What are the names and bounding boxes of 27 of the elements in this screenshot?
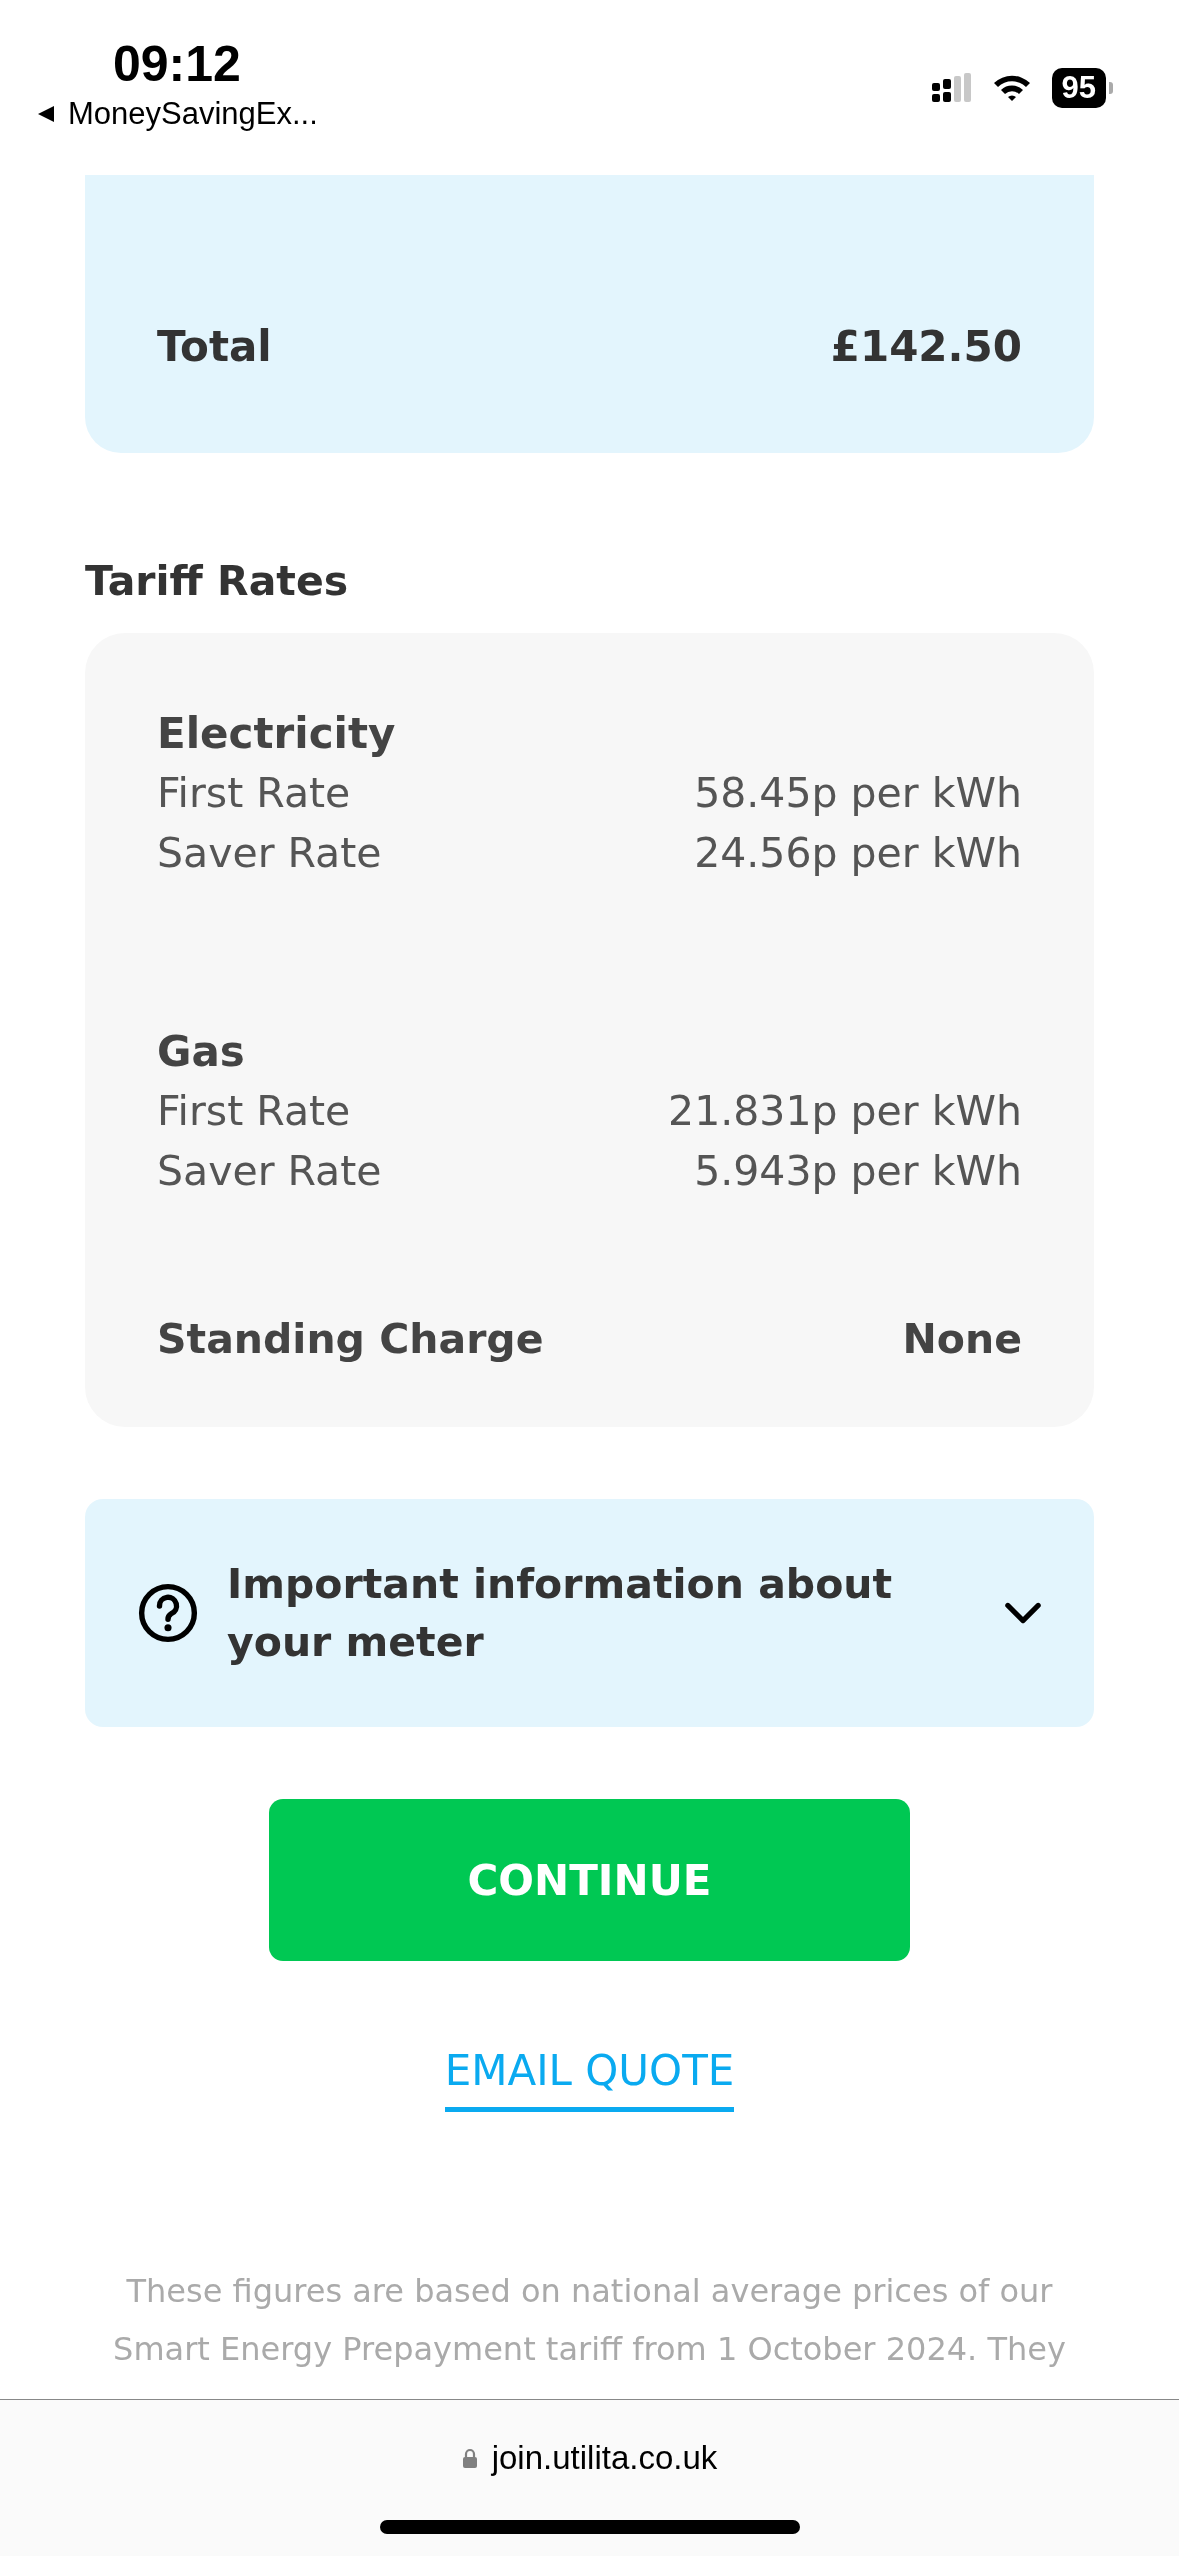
total-value: £142.50 (830, 321, 1022, 373)
rate-label: Saver Rate (157, 1146, 382, 1197)
lock-icon (461, 2448, 478, 2468)
standing-charge-value: None (902, 1314, 1022, 1365)
rate-label: First Rate (157, 768, 351, 819)
battery-indicator: 95 (1051, 68, 1113, 108)
section-heading: Tariff Rates (85, 556, 350, 607)
help-icon (137, 1582, 199, 1644)
rate-value: 5.943p per kWh (694, 1146, 1022, 1197)
fuel-heading: Electricity (157, 708, 397, 760)
rate-label: First Rate (157, 1086, 351, 1137)
footnote-text: These figures are based on national average prices of our (126, 2271, 1053, 2312)
rate-value: 24.56p per kWh (694, 828, 1022, 879)
signal-icon (931, 73, 972, 103)
footnote-text: Smart Energy Prepayment tariff from 1 October 2024. They (113, 2329, 1066, 2370)
rate-value: 58.45p per kWh (694, 768, 1022, 819)
rate-value: 21.831p per kWh (668, 1086, 1022, 1137)
total-label: Total (157, 321, 272, 373)
rate-label: Saver Rate (157, 828, 382, 879)
status-time: 09:12 (113, 35, 241, 94)
back-to-app-link[interactable]: MoneySavingEx... (36, 94, 318, 134)
fuel-heading: Gas (157, 1026, 246, 1078)
info-accordion[interactable]: Important information about your meter (85, 1499, 1094, 1727)
standing-charge-label: Standing Charge (157, 1314, 544, 1365)
chevron-icon (1004, 1600, 1042, 1626)
url-text[interactable]: join.utilita.co.uk (491, 2436, 718, 2480)
back-arrow-icon (36, 104, 56, 124)
